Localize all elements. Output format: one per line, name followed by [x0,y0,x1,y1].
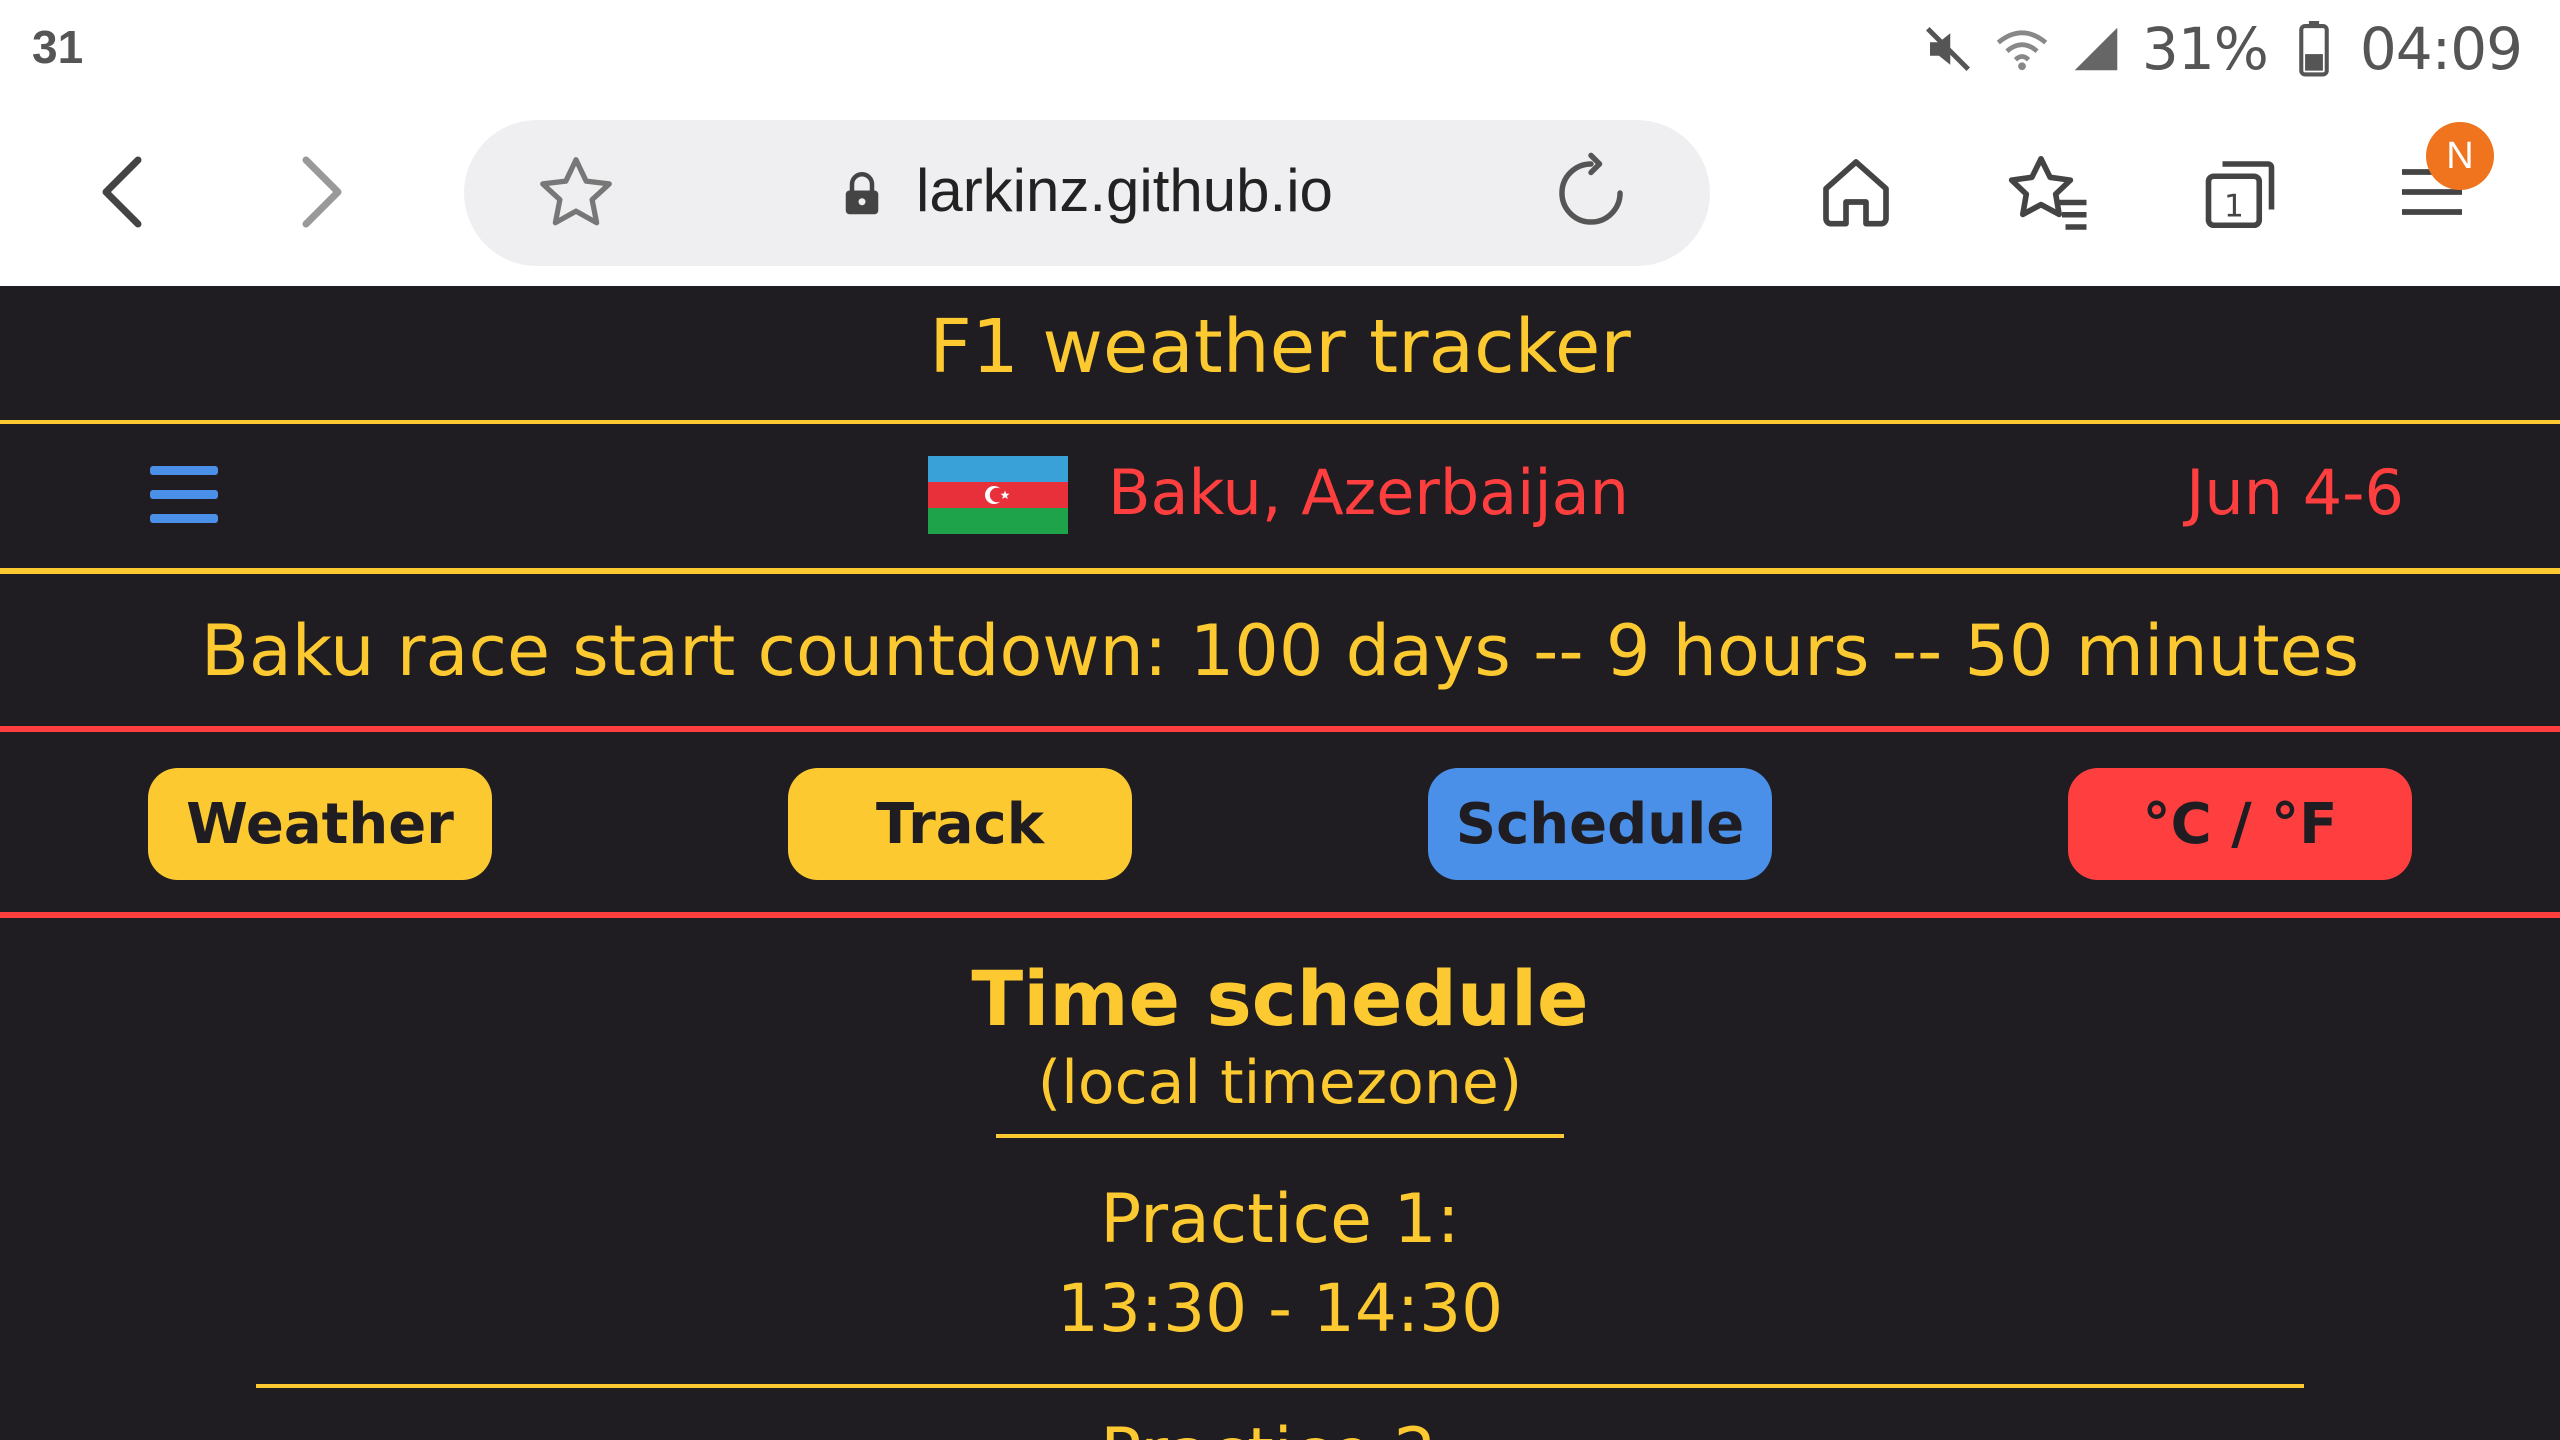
url-text: larkinz.github.io [916,157,1333,224]
forward-icon [302,156,342,228]
hamburger-bar [150,466,218,475]
schedule-subtitle: (local timezone) [1037,1048,1523,1118]
reload-button[interactable] [1550,152,1632,234]
site-menu-button[interactable] [150,466,218,524]
tabs-icon: 1 [2205,161,2275,229]
hamburger-bar [150,514,218,523]
session-name: Practice 2: [0,1414,2560,1440]
race-countdown: Baku race start countdown: 100 days -- 9… [200,610,2360,692]
profile-badge[interactable]: N [2426,122,2494,190]
race-location: Baku, Azerbaijan [1108,456,1629,529]
tab-weather[interactable]: Weather [148,768,492,880]
back-icon [102,156,142,228]
schedule-title-underline [996,1134,1564,1138]
status-icons: 31% 04:09 [1920,14,2523,84]
tabs-count: 1 [2224,189,2244,225]
notification-count: 31 [32,21,84,73]
home-icon [1823,159,1889,227]
lock-icon [842,170,882,216]
session-name: Practice 1: [1100,1180,1460,1259]
session-time: 13:30 - 14:30 [1056,1270,1504,1347]
tab-bar: Weather Track Schedule °C / °F [0,768,2560,880]
temperature-unit-toggle[interactable]: °C / °F [2068,768,2412,880]
tabs-button[interactable]: 1 [2192,144,2288,240]
schedule-title: Time schedule [971,954,1589,1043]
signal-icon [2068,21,2124,77]
back-button[interactable] [74,142,174,242]
battery-icon [2286,21,2342,77]
screen: 31 31% 04:09 larkinz.github.io 1 N F1 we… [0,0,2560,1440]
bookmarks-button[interactable] [2000,144,2096,240]
status-bar: 31 31% 04:09 [0,0,2560,104]
mute-icon [1920,21,1976,77]
tab-track[interactable]: Track [788,768,1132,880]
divider [0,568,2560,574]
divider [0,726,2560,732]
bookmark-star-button[interactable] [534,151,618,235]
bookmark-star-icon [540,157,612,226]
address-bar[interactable]: larkinz.github.io [464,120,1710,266]
azerbaijan-flag-icon [928,456,1068,534]
bookmarks-icon [2008,155,2087,230]
battery-percent: 31% [2141,15,2269,83]
reload-icon [1559,152,1623,225]
home-button[interactable] [1808,144,1904,240]
forward-button[interactable] [270,142,370,242]
site-content: F1 weather tracker Baku, Azerbaijan Jun … [0,286,2560,1440]
divider [0,420,2560,424]
tab-schedule[interactable]: Schedule [1428,768,1772,880]
divider [0,912,2560,918]
wifi-icon [1994,21,2050,77]
hamburger-bar [150,490,218,499]
race-dates: Jun 4-6 [2186,456,2404,529]
clock: 04:09 [2359,15,2523,83]
session-divider [256,1384,2304,1388]
site-title: F1 weather tracker [929,304,1631,390]
browser-toolbar: larkinz.github.io 1 N [0,104,2560,286]
